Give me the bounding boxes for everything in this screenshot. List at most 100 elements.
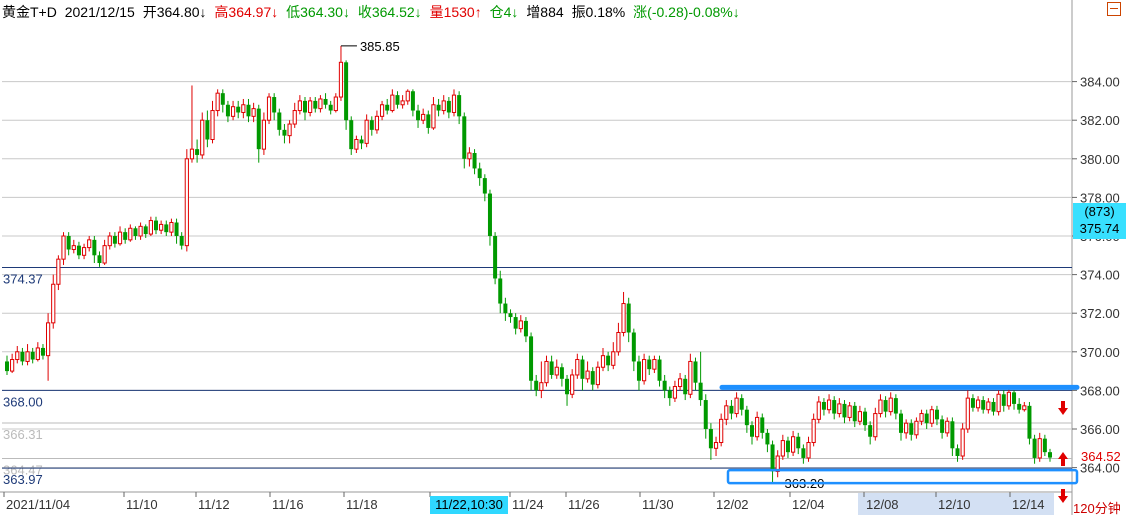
candle-body xyxy=(996,393,1001,413)
candle-body xyxy=(826,399,832,411)
candle-body xyxy=(451,94,457,113)
candle-body xyxy=(626,303,631,333)
candle-body xyxy=(719,418,724,444)
candle-body xyxy=(297,100,302,112)
candle-body xyxy=(729,405,734,414)
candle-body xyxy=(770,444,775,472)
time-axis: 2021/11/0411/1011/1211/1611/1811/2211/24… xyxy=(3,492,1054,515)
down-arrow-icon xyxy=(1058,489,1068,503)
candle-body xyxy=(92,239,97,256)
candle-body xyxy=(225,104,230,117)
candle-body xyxy=(303,100,307,113)
candle-body xyxy=(940,419,945,433)
down-arrow-icon xyxy=(1058,401,1068,415)
candle-body xyxy=(785,440,790,453)
last-price-badge: (873) 375.74 xyxy=(1073,203,1126,239)
y-tick-label: 380.00 xyxy=(1080,152,1120,167)
x-tick-label: 11/16 xyxy=(272,497,304,512)
candle-body xyxy=(688,360,693,395)
candle-body xyxy=(909,423,914,435)
candle-body xyxy=(636,361,641,381)
candle-body xyxy=(955,448,960,457)
candle-body xyxy=(107,235,112,247)
candle-body xyxy=(328,104,333,111)
candle-body xyxy=(904,422,909,434)
candle-body xyxy=(945,420,950,434)
y-tick-label: 382.00 xyxy=(1080,113,1120,128)
candle-body xyxy=(51,283,56,324)
reference-line-label: 374.37 xyxy=(3,271,43,286)
candle-body xyxy=(667,390,672,399)
candle-body xyxy=(472,153,477,169)
candle-body xyxy=(621,303,626,333)
candle-body xyxy=(251,108,256,117)
candle-body xyxy=(642,359,647,382)
candle-body xyxy=(991,401,996,412)
candle-body xyxy=(631,332,636,362)
candle-body xyxy=(1001,394,1006,406)
candle-body xyxy=(1048,452,1052,458)
candle-body xyxy=(133,228,138,236)
y-tick-label: 374.00 xyxy=(1080,268,1120,283)
candle-body xyxy=(374,115,380,131)
candle-body xyxy=(431,104,436,129)
candle-body xyxy=(580,359,585,379)
x-tick-label: 2021/11/04 xyxy=(6,497,70,512)
candle-body xyxy=(71,245,76,251)
candles xyxy=(5,45,1052,484)
candle-body xyxy=(534,380,539,391)
candle-body xyxy=(647,359,652,370)
candle-body xyxy=(379,104,385,117)
candle-body xyxy=(261,119,266,150)
candle-body xyxy=(236,106,241,113)
candle-body xyxy=(970,398,975,408)
candle-body xyxy=(102,245,107,264)
candle-body xyxy=(123,232,128,240)
price-axis: 364.00366.00368.00370.00372.00374.00376.… xyxy=(1072,75,1120,476)
candle-body xyxy=(46,322,51,357)
candle-body xyxy=(66,236,71,250)
candle-body xyxy=(30,351,35,360)
candle-body xyxy=(1032,438,1037,458)
candle-body xyxy=(400,100,405,106)
candle-body xyxy=(539,382,544,391)
candle-body xyxy=(611,351,616,366)
y-tick-label: 368.00 xyxy=(1080,383,1120,398)
candle-body xyxy=(934,409,939,420)
candle-body xyxy=(1042,438,1047,453)
x-tick-label: 12/02 xyxy=(716,497,749,512)
candle-body xyxy=(5,361,9,372)
candle-body xyxy=(195,149,200,155)
candle-body xyxy=(868,425,873,437)
badge-count: (873) xyxy=(1084,204,1115,219)
candle-body xyxy=(837,403,842,415)
candle-body xyxy=(739,398,744,410)
candle-body xyxy=(359,139,364,144)
candle-body xyxy=(821,401,826,410)
candle-body xyxy=(796,436,801,449)
candlestick-chart[interactable]: 374.37368.00366.31364.47363.97 385.85363… xyxy=(0,0,1128,515)
y-tick-label: 370.00 xyxy=(1080,345,1120,360)
candle-body xyxy=(200,119,205,156)
candle-body xyxy=(477,168,482,179)
x-tick-label: 12/10 xyxy=(938,497,971,512)
y-tick-label: 384.00 xyxy=(1080,75,1120,90)
period-label[interactable]: 120分钟 xyxy=(1073,498,1121,517)
candle-body xyxy=(590,371,595,385)
candle-body xyxy=(893,398,898,414)
up-arrow-icon xyxy=(1058,452,1068,466)
candle-body xyxy=(1037,438,1042,459)
candle-body xyxy=(138,225,143,237)
candle-body xyxy=(15,351,20,361)
candle-body xyxy=(791,436,796,453)
candle-body xyxy=(1027,405,1032,439)
x-tick-label: 11/18 xyxy=(346,497,378,512)
candle-body xyxy=(210,110,215,141)
candle-body xyxy=(565,378,570,395)
x-tick-label: 11/12 xyxy=(198,497,230,512)
candle-body xyxy=(318,98,323,110)
candle-body xyxy=(364,119,369,144)
candle-body xyxy=(801,448,806,458)
candle-body xyxy=(159,223,164,231)
x-tick-label: 12/04 xyxy=(792,497,825,512)
